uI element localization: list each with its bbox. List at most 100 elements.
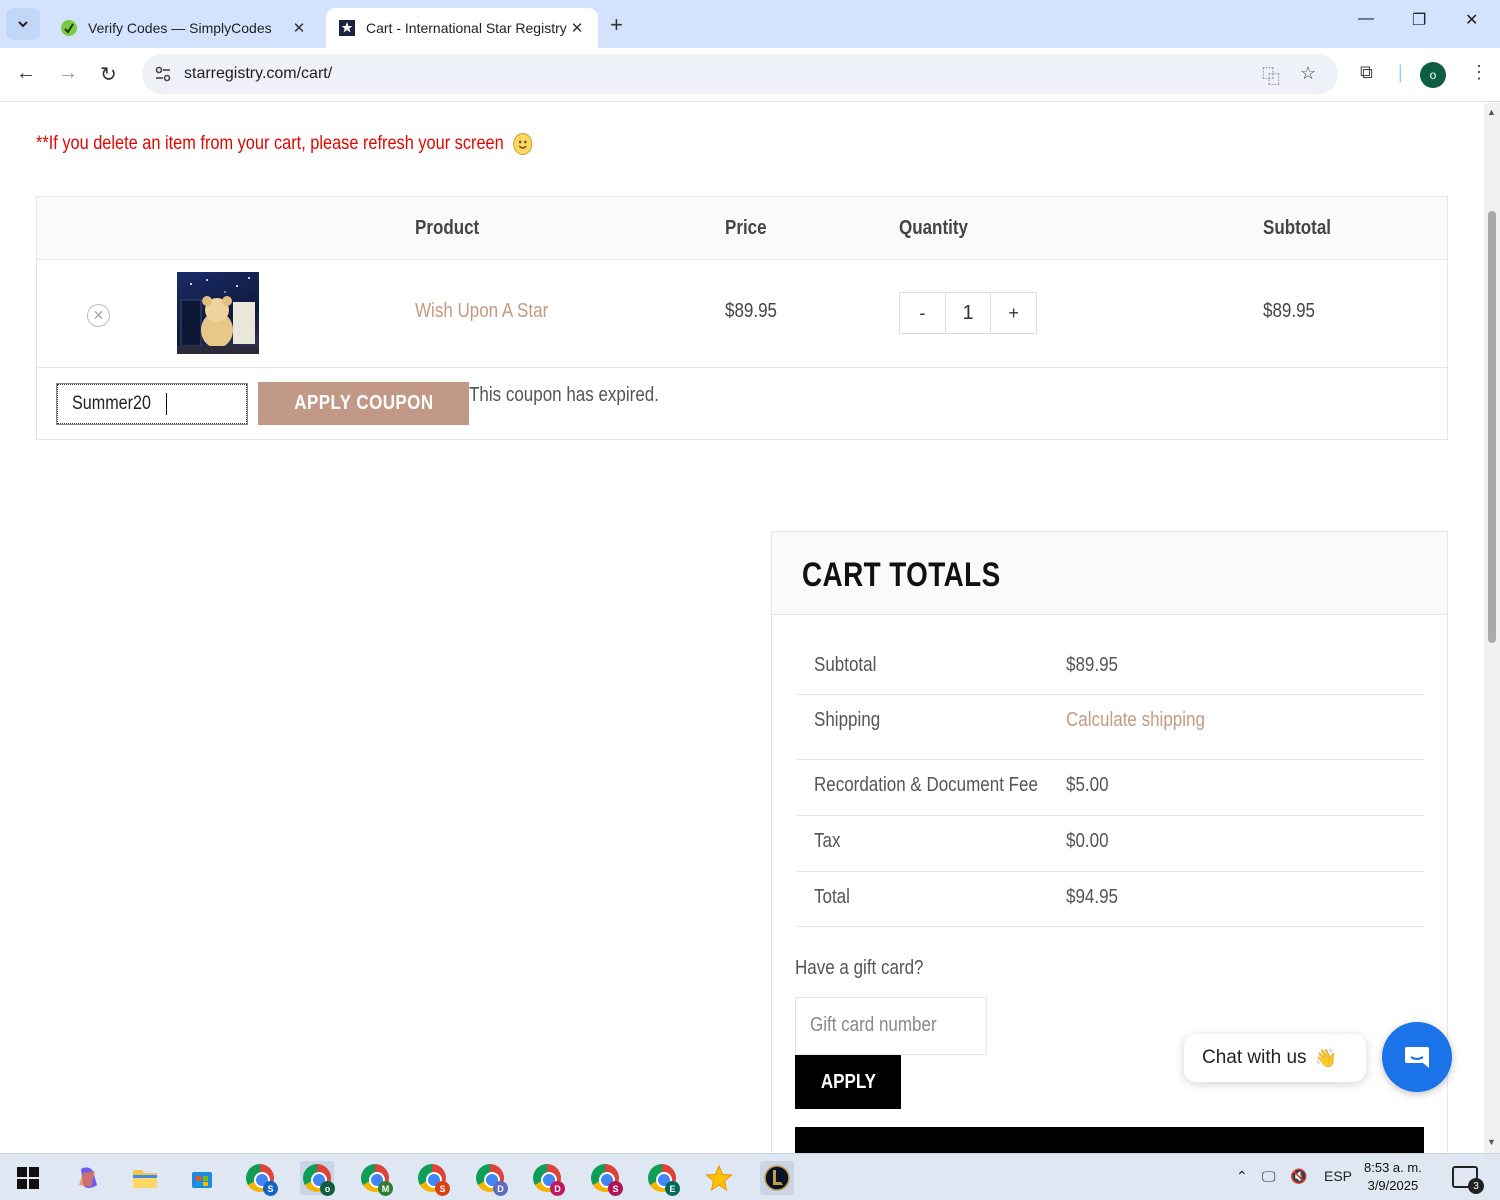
header-product: Product (415, 217, 480, 239)
minimize-icon[interactable]: — (1358, 10, 1374, 28)
windows-logo-icon (17, 1167, 39, 1189)
product-thumbnail[interactable] (177, 272, 259, 354)
cart-table: Product Price Quantity Subtotal ✕ Wish U… (36, 196, 1448, 440)
file-explorer-icon[interactable] (128, 1161, 162, 1195)
header-quantity: Quantity (899, 217, 968, 239)
profile-badge: S (435, 1181, 450, 1196)
tab-star-registry[interactable]: Cart - International Star Registry ✕ (326, 8, 598, 48)
chat-launcher-button[interactable] (1382, 1022, 1452, 1092)
totals-value: $94.95 (1066, 886, 1118, 908)
quantity-increase-button[interactable]: + (991, 293, 1036, 333)
apply-gift-card-button[interactable]: APPLY (795, 1055, 901, 1109)
waving-hand-icon: 👋 (1314, 1047, 1337, 1068)
chrome-profile-s2-icon[interactable]: S (415, 1161, 450, 1196)
reload-icon[interactable]: ↻ (100, 62, 117, 87)
scroll-down-icon[interactable]: ▼ (1487, 1137, 1496, 1147)
volume-muted-icon[interactable]: 🔇 (1290, 1168, 1307, 1185)
coupon-code-input[interactable]: Summer20 (56, 383, 248, 425)
site-settings-icon[interactable] (154, 65, 172, 83)
coupon-error-message: This coupon has expired. (469, 384, 659, 406)
star-app-icon[interactable] (702, 1161, 736, 1195)
new-tab-icon[interactable]: + (610, 12, 623, 38)
notification-count: 3 (1468, 1178, 1484, 1194)
header-price: Price (725, 217, 767, 239)
remove-item-icon[interactable]: ✕ (87, 304, 110, 327)
profile-badge: M (378, 1181, 393, 1196)
show-hidden-icons-icon[interactable]: ⌃ (1236, 1168, 1248, 1185)
apply-gift-card-label: APPLY (820, 1070, 876, 1093)
table-row: ✕ Wish Upon A Star $89.95 - 1 + $89.95 (37, 260, 1447, 368)
totals-row-subtotal: Subtotal $89.95 (796, 640, 1424, 695)
profile-badge: S (263, 1181, 278, 1196)
star-registry-icon (339, 20, 355, 36)
page-content: **If you delete an item from your cart, … (0, 103, 1484, 1153)
simplycodes-icon (61, 20, 77, 36)
chrome-profile-m-icon[interactable]: M (358, 1161, 393, 1196)
totals-label: Subtotal (814, 654, 877, 676)
quantity-decrease-button[interactable]: - (900, 293, 945, 333)
table-header: Product Price Quantity Subtotal (37, 197, 1447, 260)
close-window-icon[interactable]: ✕ (1465, 10, 1478, 30)
smiley-icon (513, 133, 533, 155)
tab-simplycodes[interactable]: Verify Codes — SimplyCodes ✕ (48, 8, 320, 48)
totals-label: Total (814, 886, 850, 908)
league-of-legends-icon[interactable] (760, 1161, 794, 1195)
extensions-icon[interactable]: ⧉ (1360, 62, 1373, 83)
chat-with-us-bubble[interactable]: Chat with us 👋 (1184, 1034, 1366, 1082)
copilot-icon[interactable] (71, 1161, 105, 1195)
notifications-icon[interactable]: 3 (1452, 1166, 1484, 1194)
calculate-shipping-link[interactable]: Calculate shipping (1066, 709, 1205, 732)
apply-coupon-button[interactable]: APPLY COUPON (258, 382, 469, 425)
close-tab-icon[interactable]: ✕ (290, 19, 308, 37)
chrome-profile-s3-icon[interactable]: S (588, 1161, 623, 1196)
close-tab-icon[interactable]: ✕ (568, 19, 586, 37)
back-icon[interactable]: ← (16, 62, 36, 85)
bookmark-star-icon[interactable]: ☆ (1300, 63, 1316, 84)
language-indicator[interactable]: ESP (1324, 1168, 1352, 1184)
profile-badge: S (608, 1181, 623, 1196)
totals-value: $89.95 (1066, 654, 1118, 676)
gift-card-question: Have a gift card? (795, 957, 924, 979)
menu-kebab-icon[interactable]: ⋮ (1470, 62, 1488, 83)
url-text: starregistry.com/cart/ (184, 65, 333, 82)
chrome-profile-e-icon[interactable]: E (645, 1161, 680, 1196)
tab-search-button[interactable] (6, 8, 40, 40)
totals-label: Recordation & Document Fee (814, 774, 1038, 796)
coupon-row: Summer20 APPLY COUPON This coupon has ex… (37, 368, 1447, 440)
quantity-input[interactable]: 1 (944, 293, 992, 333)
quantity-stepper: - 1 + (899, 292, 1037, 334)
microsoft-store-icon[interactable] (185, 1161, 219, 1195)
chrome-profile-s-icon[interactable]: S (243, 1161, 278, 1196)
profile-badge: E (665, 1181, 680, 1196)
header-subtotal: Subtotal (1263, 217, 1331, 239)
coupon-code-value: Summer20 (72, 393, 151, 415)
page-scrollbar[interactable]: ▲ ▼ (1484, 103, 1500, 1153)
apply-coupon-label: APPLY COUPON (293, 392, 434, 414)
gift-card-input[interactable]: Gift card number (795, 997, 987, 1055)
checkout-button[interactable] (795, 1127, 1424, 1153)
windows-taskbar: S o M S D D S E ⌃ 🖵 🔇 ESP 8:53 a. m. 3/9… (0, 1153, 1500, 1200)
product-name-link[interactable]: Wish Upon A Star (415, 300, 548, 323)
chrome-profile-o-icon[interactable]: o (300, 1161, 335, 1196)
chrome-profile-d-icon[interactable]: D (473, 1161, 508, 1196)
chrome-profile-d2-icon[interactable]: D (530, 1161, 565, 1196)
system-clock[interactable]: 8:53 a. m. 3/9/2025 (1364, 1159, 1422, 1195)
restore-icon[interactable]: ❐ (1412, 10, 1426, 30)
profile-badge: D (493, 1181, 508, 1196)
scroll-up-icon[interactable]: ▲ (1487, 107, 1496, 117)
scroll-thumb[interactable] (1488, 211, 1496, 643)
profile-avatar[interactable]: o (1420, 62, 1446, 88)
totals-row-tax: Tax $0.00 (796, 816, 1424, 872)
address-bar[interactable]: starregistry.com/cart/ ⿻ ☆ (142, 54, 1338, 94)
profile-badge: o (320, 1181, 335, 1196)
start-button[interactable] (11, 1161, 45, 1195)
chat-icon (1405, 1047, 1429, 1068)
network-icon[interactable]: 🖵 (1262, 1168, 1276, 1185)
cart-totals-title: CART TOTALS (802, 556, 1001, 594)
totals-label: Tax (814, 830, 841, 852)
translate-icon[interactable]: ⿻ (1262, 63, 1280, 89)
forward-icon[interactable]: → (58, 62, 78, 85)
item-price: $89.95 (725, 300, 777, 322)
totals-value: $0.00 (1066, 830, 1109, 852)
teddy-bear-image (177, 277, 259, 354)
